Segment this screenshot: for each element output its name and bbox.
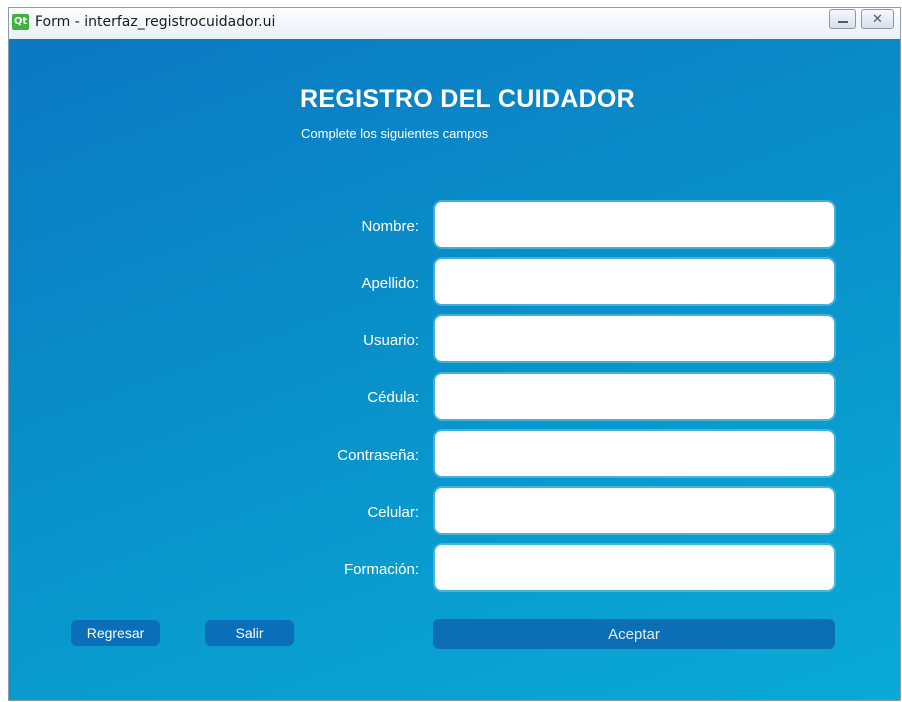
- minimize-button[interactable]: [829, 9, 856, 29]
- minimize-icon: [837, 21, 848, 23]
- celular-input[interactable]: [435, 488, 834, 533]
- regresar-button[interactable]: Regresar: [71, 620, 160, 646]
- formacion-input[interactable]: [435, 545, 834, 590]
- aceptar-button[interactable]: Aceptar: [433, 619, 835, 649]
- apellido-input[interactable]: [435, 259, 834, 304]
- cedula-input[interactable]: [435, 374, 834, 419]
- close-icon: ✕: [872, 11, 883, 26]
- celular-label: Celular:: [367, 504, 419, 521]
- contrasena-label: Contraseña:: [337, 447, 419, 464]
- apellido-label: Apellido:: [361, 275, 419, 292]
- salir-button[interactable]: Salir: [205, 620, 294, 646]
- nombre-input[interactable]: [435, 202, 834, 247]
- close-button[interactable]: ✕: [861, 9, 894, 29]
- contrasena-input[interactable]: [435, 431, 834, 476]
- window-title: Form - interfaz_registrocuidador.ui: [35, 14, 276, 30]
- app-window: Qt Form - interfaz_registrocuidador.ui ✕…: [8, 7, 901, 701]
- page-title: REGISTRO DEL CUIDADOR: [300, 85, 636, 113]
- nombre-label: Nombre:: [361, 218, 419, 235]
- form-panel: REGISTRO DEL CUIDADOR Complete los sigui…: [9, 39, 900, 700]
- cedula-label: Cédula:: [367, 389, 419, 406]
- usuario-input[interactable]: [435, 316, 834, 361]
- title-bar[interactable]: Qt Form - interfaz_registrocuidador.ui ✕: [9, 8, 900, 39]
- formacion-label: Formación:: [343, 561, 419, 578]
- qt-logo-icon: Qt: [12, 14, 29, 30]
- page-subtitle: Complete los siguientes campos: [301, 126, 489, 141]
- usuario-label: Usuario:: [363, 332, 419, 349]
